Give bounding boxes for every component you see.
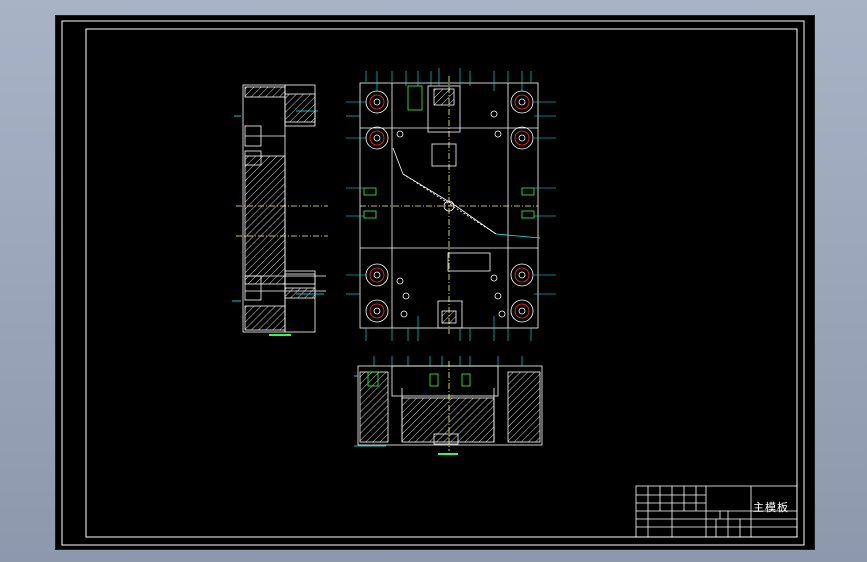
drawing-viewport[interactable]: 主模板: [55, 15, 815, 550]
mold-plate-drawing: [61, 20, 805, 546]
section-dimension-lines: [373, 356, 523, 366]
front-view: [359, 76, 541, 334]
part-name-label: 主模板: [753, 501, 789, 514]
side-view: [232, 84, 328, 336]
section-view: [354, 361, 543, 455]
outer-frame: [61, 20, 805, 546]
screw-holes: [396, 110, 506, 318]
